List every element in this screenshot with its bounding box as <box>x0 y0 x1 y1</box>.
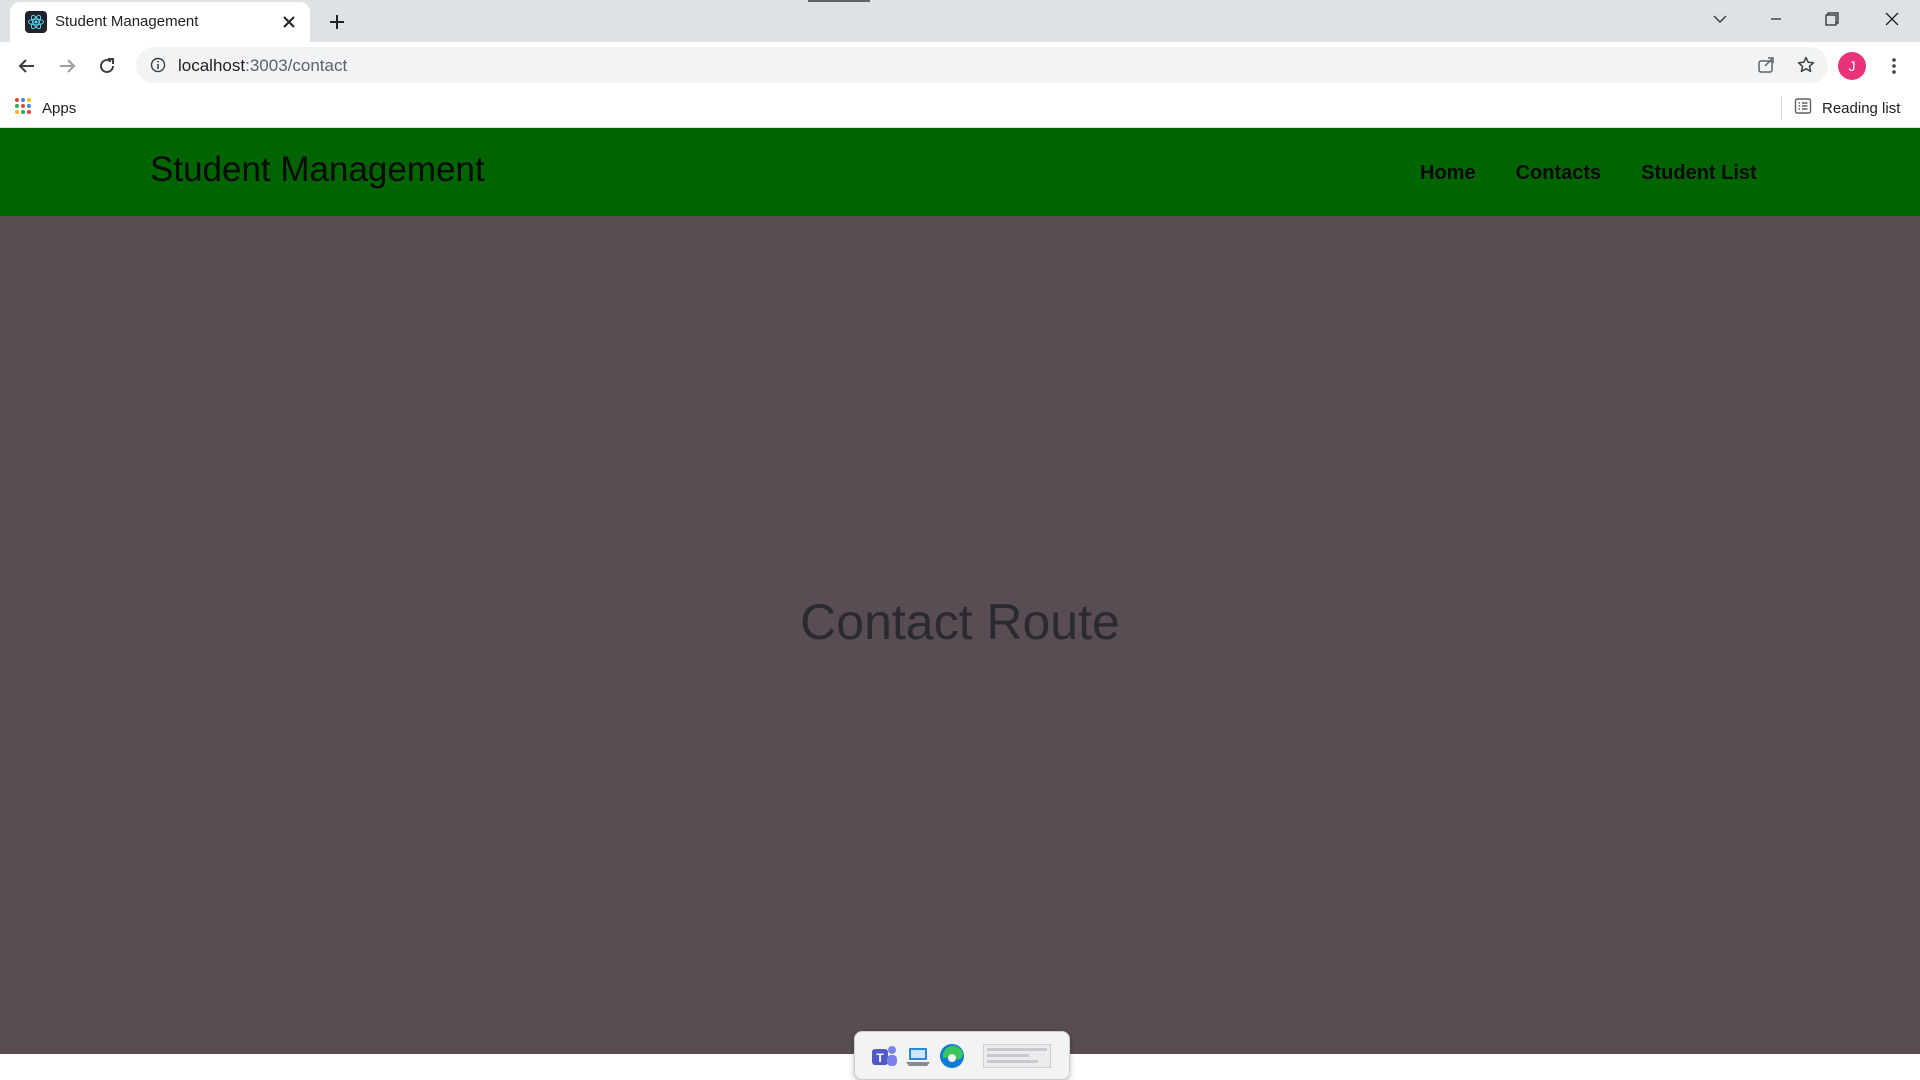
tab-search-chevron-icon[interactable] <box>1692 0 1748 38</box>
window-close-icon[interactable] <box>1864 0 1920 38</box>
bookmark-star-icon[interactable] <box>1794 53 1818 77</box>
reading-list-label: Reading list <box>1822 99 1901 117</box>
apps-grid-icon <box>14 97 32 120</box>
profile-avatar[interactable]: J <box>1838 52 1866 80</box>
nav-link-home[interactable]: Home <box>1420 162 1476 185</box>
restore-icon[interactable] <box>1804 0 1860 38</box>
nav-links: Home Contacts Student List <box>1420 162 1757 185</box>
teams-icon[interactable]: T <box>869 1041 899 1071</box>
kebab-menu-icon[interactable] <box>1880 50 1908 82</box>
address-bar[interactable]: localhost:3003/contact <box>136 47 1828 83</box>
browser-toolbar: localhost:3003/contact J <box>0 42 1920 88</box>
apps-label: Apps <box>42 99 77 117</box>
reload-icon[interactable] <box>90 49 124 83</box>
apps-shortcut[interactable]: Apps <box>14 96 76 120</box>
url-text: localhost:3003/contact <box>178 56 347 76</box>
browser-tab[interactable]: Student Management <box>10 2 310 42</box>
svg-text:T: T <box>876 1051 884 1065</box>
react-atom-icon <box>25 11 47 33</box>
thumbnail-line <box>987 1060 1038 1063</box>
nav-link-contacts[interactable]: Contacts <box>1516 162 1602 185</box>
reading-list-button[interactable]: Reading list <box>1794 96 1900 120</box>
url-host: localhost <box>178 56 246 75</box>
tab-title: Student Management <box>55 13 199 30</box>
url-path: :3003/contact <box>245 56 348 75</box>
bookmarks-bar: Apps Reading list <box>0 88 1920 128</box>
brand-title[interactable]: Student Management <box>150 150 485 190</box>
window-thumbnail[interactable] <box>983 1043 1051 1068</box>
nav-link-student-list[interactable]: Student List <box>1641 162 1757 185</box>
bookmarks-divider <box>1781 96 1782 120</box>
minimize-icon[interactable] <box>1748 0 1804 38</box>
thumbnail-line <box>987 1054 1029 1057</box>
reading-list-icon <box>1794 97 1812 120</box>
close-tab-icon[interactable] <box>278 11 300 33</box>
laptop-icon[interactable] <box>903 1041 933 1071</box>
page-heading: Contact Route <box>800 594 1120 650</box>
edge-icon[interactable] <box>937 1041 967 1071</box>
share-icon[interactable] <box>1754 53 1778 77</box>
app-navbar: Student Management Home Contacts Student… <box>0 128 1920 216</box>
site-info-icon[interactable] <box>148 55 168 75</box>
thumbnail-line <box>987 1048 1047 1051</box>
forward-arrow-icon[interactable] <box>50 49 84 83</box>
browser-tab-strip: Student Management <box>0 0 1920 42</box>
new-tab-icon[interactable] <box>323 8 351 36</box>
back-arrow-icon[interactable] <box>10 49 44 83</box>
page-content: Student Management Home Contacts Student… <box>0 128 1920 1054</box>
drag-indicator <box>808 0 870 2</box>
taskbar-preview[interactable]: T <box>854 1031 1070 1080</box>
